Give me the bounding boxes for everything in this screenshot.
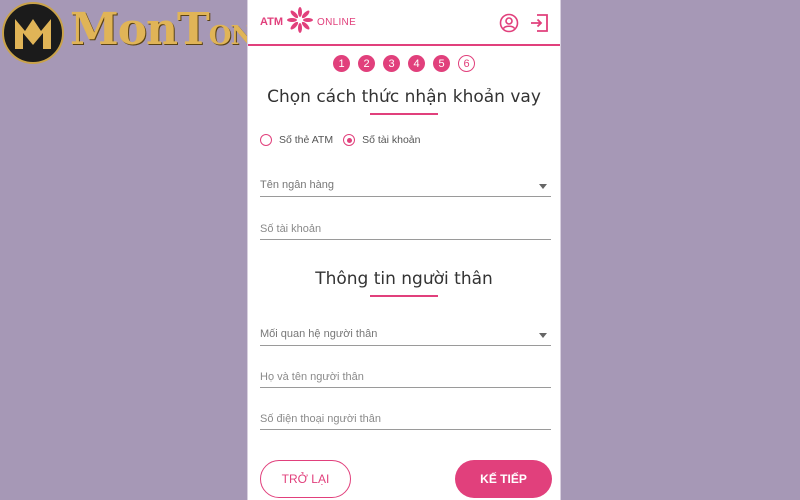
form-panel: ATM ONLINE 1 2 3 4 5 6 Chọn cách thức nh…: [247, 0, 561, 500]
select-label: Tên ngân hàng: [260, 179, 335, 191]
logout-icon[interactable]: [528, 12, 550, 34]
watermark-logo: MonTONop: [0, 0, 312, 70]
section-title-loan-method: Chọn cách thức nhận khoản vay: [267, 87, 541, 107]
radio-label: Số tài khoản: [362, 134, 421, 146]
dropdown-caret-icon: [539, 333, 547, 338]
top-bar: ATM ONLINE: [248, 0, 560, 46]
radio-circle[interactable]: [260, 134, 272, 146]
back-button[interactable]: TRỞ LẠI: [260, 460, 351, 498]
title-underline: [370, 113, 438, 115]
account-number-input[interactable]: [260, 220, 551, 238]
dropdown-caret-icon: [539, 184, 547, 189]
radio-account-number[interactable]: Số tài khoản: [343, 134, 420, 146]
receive-method-radios: Số thẻ ATM Số tài khoản: [260, 134, 420, 146]
step-indicator: 1 2 3 4 5 6: [248, 55, 560, 72]
radio-label: Số thẻ ATM: [279, 134, 334, 146]
section-title-relative-info: Thông tin người thân: [315, 269, 493, 289]
step-4: 4: [408, 55, 425, 72]
flower-icon: [286, 6, 314, 39]
relation-select[interactable]: Mối quan hệ người thân: [260, 326, 551, 346]
account-number-field[interactable]: [260, 220, 551, 240]
brand-atm: ATM: [260, 16, 284, 28]
step-1: 1: [333, 55, 350, 72]
radio-atm-card[interactable]: Số thẻ ATM: [260, 134, 333, 146]
relative-name-input[interactable]: [260, 368, 551, 386]
title-underline: [370, 295, 438, 297]
brand-online: ONLINE: [317, 16, 357, 28]
logo-badge-icon: [2, 2, 64, 64]
step-5: 5: [433, 55, 450, 72]
brand-logo: ATM ONLINE: [260, 6, 357, 39]
next-button[interactable]: KẾ TIẾP: [455, 460, 552, 498]
relative-phone-input[interactable]: [260, 410, 551, 428]
relative-name-field[interactable]: [260, 368, 551, 388]
bank-name-select[interactable]: Tên ngân hàng: [260, 177, 551, 197]
step-2: 2: [358, 55, 375, 72]
select-label: Mối quan hệ người thân: [260, 328, 378, 340]
radio-circle-checked[interactable]: [343, 134, 356, 146]
user-icon[interactable]: [498, 12, 520, 34]
step-6-current: 6: [458, 55, 475, 72]
relative-phone-field[interactable]: [260, 410, 551, 430]
step-3: 3: [383, 55, 400, 72]
